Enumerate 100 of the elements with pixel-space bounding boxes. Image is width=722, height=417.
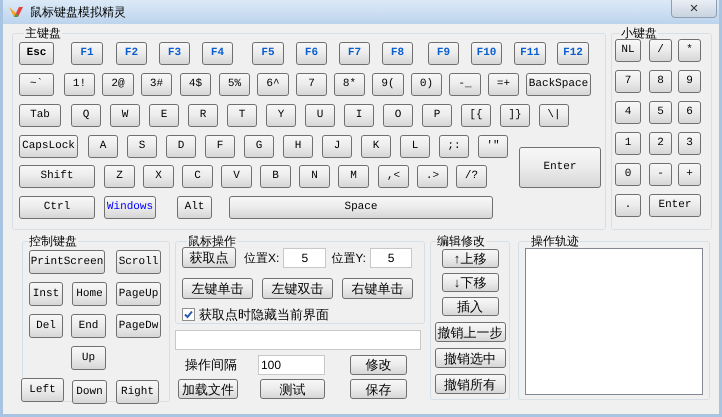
key[interactable]: 3 — [678, 132, 701, 155]
key[interactable]: R — [188, 104, 218, 127]
key[interactable]: O — [383, 104, 413, 127]
key[interactable]: / — [649, 39, 672, 62]
key[interactable]: F — [205, 135, 235, 158]
key[interactable]: D — [166, 135, 196, 158]
key[interactable]: Alt — [177, 196, 212, 219]
key[interactable]: X — [143, 165, 174, 188]
key[interactable]: ~` — [19, 73, 54, 96]
button[interactable]: ↓下移 — [442, 273, 498, 292]
key[interactable]: T — [227, 104, 257, 127]
button[interactable]: 插入 — [442, 297, 498, 316]
key[interactable]: M — [338, 165, 369, 188]
key[interactable]: F12 — [557, 42, 589, 65]
x-field[interactable]: 5 — [283, 248, 326, 268]
key[interactable]: \| — [539, 104, 569, 127]
key[interactable]: V — [221, 165, 252, 188]
button[interactable]: 撤销选中 — [434, 348, 506, 368]
key[interactable]: F10 — [471, 42, 502, 65]
key[interactable]: F9 — [428, 42, 459, 65]
key[interactable]: 9 — [678, 70, 701, 93]
key[interactable]: Del — [29, 314, 63, 338]
key[interactable]: 4 — [615, 101, 641, 124]
key[interactable]: ,< — [378, 165, 409, 188]
key[interactable]: S — [127, 135, 157, 158]
key[interactable]: Enter — [519, 147, 601, 188]
key[interactable]: F6 — [296, 42, 327, 65]
key[interactable]: 8 — [649, 70, 672, 93]
key[interactable]: + — [678, 163, 701, 186]
key[interactable]: Left — [21, 378, 64, 402]
key[interactable]: * — [678, 39, 701, 62]
key[interactable]: F3 — [159, 42, 190, 65]
key[interactable]: 5 — [649, 101, 672, 124]
key[interactable]: A — [88, 135, 118, 158]
key[interactable]: Y — [266, 104, 296, 127]
key[interactable]: PrintScreen — [29, 250, 105, 274]
button[interactable]: 左键单击 — [182, 278, 253, 299]
key[interactable]: 6 — [678, 101, 701, 124]
key[interactable]: F7 — [339, 42, 370, 65]
button[interactable]: 撤销上一步 — [434, 322, 506, 342]
key[interactable]: G — [244, 135, 274, 158]
trace-list[interactable] — [525, 248, 703, 395]
key[interactable]: Inst — [29, 282, 63, 306]
key[interactable]: F1 — [71, 42, 103, 65]
key[interactable]: Esc — [19, 42, 54, 65]
key[interactable]: Q — [71, 104, 101, 127]
key[interactable]: Scroll — [116, 250, 161, 274]
button[interactable]: 加载文件 — [178, 379, 238, 399]
key[interactable]: NL — [615, 39, 641, 62]
button[interactable]: 左键双击 — [262, 278, 333, 299]
key[interactable]: CapsLock — [19, 135, 78, 158]
key[interactable]: J — [322, 135, 352, 158]
key[interactable]: 2 — [649, 132, 672, 155]
key[interactable]: 0 — [615, 163, 641, 186]
key[interactable]: '" — [478, 135, 508, 158]
button[interactable]: 撤销所有 — [434, 374, 506, 394]
key[interactable]: 5% — [219, 73, 250, 96]
key[interactable]: F2 — [116, 42, 147, 65]
key[interactable]: ]} — [500, 104, 530, 127]
key[interactable]: 6^ — [257, 73, 289, 96]
key[interactable]: P — [422, 104, 452, 127]
key[interactable]: 7 — [615, 70, 641, 93]
key[interactable]: Windows — [104, 196, 156, 219]
key[interactable]: Up — [71, 346, 106, 370]
y-field[interactable]: 5 — [370, 248, 412, 268]
checkbox[interactable] — [182, 308, 195, 322]
key[interactable]: 3# — [141, 73, 172, 96]
key[interactable]: Down — [72, 380, 107, 404]
key[interactable]: - — [649, 163, 672, 186]
key[interactable]: K — [361, 135, 391, 158]
key[interactable]: Enter — [649, 194, 701, 217]
button[interactable]: 保存 — [350, 379, 407, 399]
key[interactable]: L — [400, 135, 430, 158]
key[interactable]: End — [71, 314, 106, 338]
key[interactable]: [{ — [461, 104, 491, 127]
key[interactable]: F8 — [382, 42, 413, 65]
key[interactable]: Z — [104, 165, 135, 188]
key[interactable]: Space — [229, 196, 493, 219]
key[interactable]: 7 — [296, 73, 327, 96]
key[interactable]: 0) — [411, 73, 442, 96]
key[interactable]: F11 — [514, 42, 546, 65]
key[interactable]: E — [149, 104, 179, 127]
key[interactable]: F5 — [252, 42, 284, 65]
status-field[interactable] — [175, 330, 421, 350]
button[interactable]: 测试 — [260, 379, 325, 399]
key[interactable]: 9( — [372, 73, 404, 96]
button[interactable]: 右键单击 — [342, 278, 413, 299]
key[interactable]: /? — [456, 165, 487, 188]
key[interactable]: . — [615, 194, 641, 217]
key[interactable]: C — [182, 165, 213, 188]
key[interactable]: Ctrl — [19, 196, 95, 219]
close-button[interactable]: × — [671, 0, 717, 18]
key[interactable]: ;: — [439, 135, 469, 158]
key[interactable]: BackSpace — [526, 73, 591, 96]
key[interactable]: =+ — [488, 73, 519, 96]
button[interactable]: 获取点 — [182, 247, 236, 268]
key[interactable]: 1! — [64, 73, 95, 96]
key[interactable]: H — [283, 135, 313, 158]
key[interactable]: PageUp — [116, 282, 161, 306]
key[interactable]: Right — [116, 380, 159, 404]
